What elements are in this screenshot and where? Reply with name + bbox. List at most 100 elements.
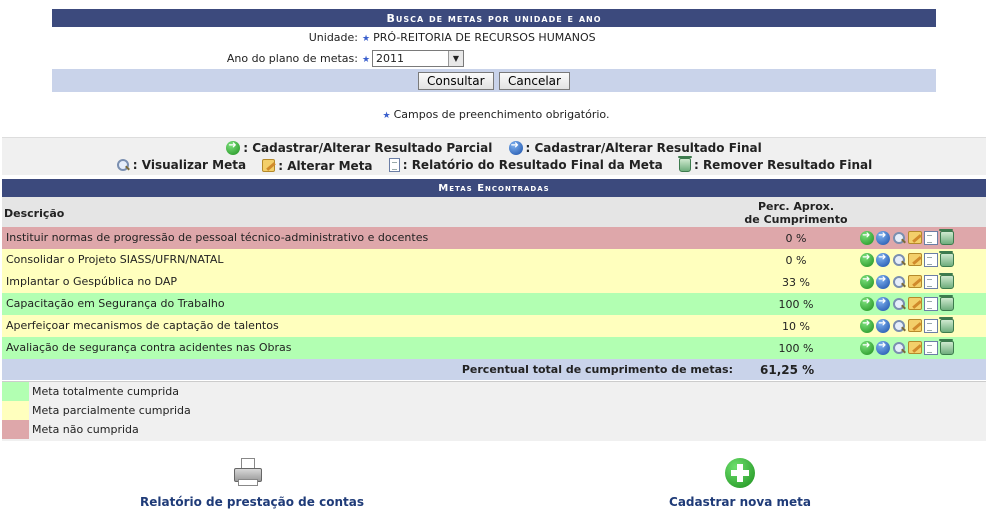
plus-icon[interactable]	[725, 458, 755, 488]
table-header: Descrição Perc. Aprox. de Cumprimento	[2, 197, 986, 227]
col-descricao: Descrição	[4, 207, 65, 220]
magnifier-icon[interactable]	[892, 253, 906, 267]
report-icon[interactable]	[924, 231, 938, 245]
magnifier-icon[interactable]	[892, 275, 906, 289]
row-actions	[860, 251, 954, 267]
magnifier-icon[interactable]	[892, 341, 906, 355]
report-icon[interactable]	[924, 275, 938, 289]
edit-icon[interactable]	[908, 275, 922, 288]
blue-arrow-icon[interactable]	[876, 340, 890, 355]
ano-label: Ano do plano de metas:	[226, 52, 358, 65]
blue-arrow-icon[interactable]	[876, 318, 890, 333]
blue-arrow-icon[interactable]	[876, 230, 890, 245]
legend-item-visualizar: : Visualizar Meta	[116, 158, 246, 172]
magnifier-icon[interactable]	[892, 319, 906, 333]
search-form-footer: Consultar Cancelar	[52, 69, 936, 92]
legend-parcial-text: : Cadastrar/Alterar Resultado Parcial	[243, 141, 493, 155]
cadastrar-link[interactable]: Cadastrar nova meta	[664, 495, 816, 509]
status-legend-row: Meta não cumprida	[2, 420, 986, 439]
table-row: Implantar o Gespública no DAP 33 %	[2, 271, 986, 293]
status-label: Meta não cumprida	[32, 423, 139, 436]
green-arrow-icon[interactable]	[860, 340, 874, 355]
status-legend-row: Meta totalmente cumprida	[2, 382, 986, 401]
edit-icon[interactable]	[908, 297, 922, 310]
status-legend-row: Meta parcialmente cumprida	[2, 401, 986, 420]
required-star-icon: ★	[382, 111, 391, 121]
trash-icon[interactable]	[939, 295, 954, 311]
unidade-row: Unidade: ★ PRÓ-REITORIA DE RECURSOS HUMAN…	[52, 27, 936, 48]
green-arrow-icon[interactable]	[860, 274, 874, 289]
table-row: Avaliação de segurança contra acidentes …	[2, 337, 986, 359]
row-percentual: 33 %	[782, 276, 810, 289]
printer-icon[interactable]	[233, 458, 263, 488]
edit-icon[interactable]	[908, 253, 922, 266]
report-icon[interactable]	[924, 253, 938, 267]
report-icon	[388, 158, 400, 172]
row-descricao: Capacitação em Segurança do Trabalho	[6, 297, 225, 310]
row-percentual: 0 %	[785, 232, 807, 245]
edit-icon[interactable]	[908, 231, 922, 244]
status-legend: Meta totalmente cumprida Meta parcialmen…	[2, 381, 986, 441]
chevron-down-icon[interactable]: ▼	[448, 51, 463, 66]
required-star-icon: ★	[362, 55, 371, 65]
edit-icon[interactable]	[908, 341, 922, 354]
total-label: Percentual total de cumprimento de metas…	[461, 363, 733, 376]
row-descricao: Aperfeiçoar mecanismos de captação de ta…	[6, 319, 279, 332]
required-note-text: Campos de preenchimento obrigatório.	[393, 108, 610, 121]
trash-icon[interactable]	[939, 339, 954, 355]
results-table: Metas Encontradas Descrição Perc. Aprox.…	[2, 179, 986, 380]
trash-icon[interactable]	[939, 229, 954, 245]
relatorio-action[interactable]: Relatório de prestação de contas	[140, 458, 364, 509]
magnifier-icon[interactable]	[892, 231, 906, 245]
consultar-button[interactable]: Consultar	[418, 72, 494, 90]
col-perc: Perc. Aprox. de Cumprimento	[717, 200, 875, 226]
green-arrow-icon[interactable]	[860, 318, 874, 333]
total-value: 61,25 %	[760, 363, 815, 377]
relatorio-link[interactable]: Relatório de prestação de contas	[140, 495, 364, 509]
magnifier-icon[interactable]	[892, 297, 906, 311]
legend-item-alterar: : Alterar Meta	[262, 159, 373, 173]
blue-arrow-icon	[508, 140, 523, 155]
total-row: Percentual total de cumprimento de metas…	[2, 359, 986, 380]
cancelar-button[interactable]: Cancelar	[499, 72, 570, 90]
edit-icon[interactable]	[908, 319, 922, 332]
report-icon[interactable]	[924, 341, 938, 355]
row-percentual: 100 %	[778, 298, 814, 311]
blue-arrow-icon[interactable]	[876, 252, 890, 267]
required-note: ★ Campos de preenchimento obrigatório.	[0, 108, 992, 121]
report-icon[interactable]	[924, 319, 938, 333]
footer-actions: Relatório de prestação de contas Cadastr…	[0, 458, 992, 518]
col-perc-line2: de Cumprimento	[744, 213, 848, 226]
unidade-label: Unidade:	[308, 31, 358, 44]
search-form-title: Busca de metas por unidade e ano	[52, 9, 936, 27]
legend-remover-text: : Remover Resultado Final	[693, 158, 873, 172]
row-percentual: 0 %	[785, 254, 807, 267]
green-arrow-icon	[226, 140, 241, 155]
legend-item-final: : Cadastrar/Alterar Resultado Final	[508, 140, 762, 155]
green-arrow-icon[interactable]	[860, 252, 874, 267]
report-icon[interactable]	[924, 297, 938, 311]
trash-icon[interactable]	[939, 251, 954, 267]
ano-row: Ano do plano de metas: ★ 2011 ▼	[52, 48, 936, 69]
legend-line-2: : Visualizar Meta : Alterar Meta : Relat…	[2, 156, 986, 175]
cadastrar-action[interactable]: Cadastrar nova meta	[664, 458, 816, 509]
legend-item-relatorio: : Relatório do Resultado Final da Meta	[388, 158, 663, 172]
results-title: Metas Encontradas	[2, 179, 986, 197]
required-star-icon: ★	[362, 34, 371, 44]
trash-icon[interactable]	[939, 273, 954, 289]
row-percentual: 10 %	[782, 320, 810, 333]
ano-select[interactable]: 2011 ▼	[372, 50, 464, 67]
blue-arrow-icon[interactable]	[876, 296, 890, 311]
legend-relatorio-text: : Relatório do Resultado Final da Meta	[402, 158, 663, 172]
green-arrow-icon[interactable]	[860, 296, 874, 311]
trash-icon[interactable]	[939, 317, 954, 333]
search-form: Busca de metas por unidade e ano Unidade…	[52, 9, 936, 92]
blue-arrow-icon[interactable]	[876, 274, 890, 289]
row-percentual: 100 %	[778, 342, 814, 355]
green-arrow-icon[interactable]	[860, 230, 874, 245]
magnifier-icon	[116, 158, 130, 172]
table-row: Consolidar o Projeto SIASS/UFRN/NATAL 0 %	[2, 249, 986, 271]
unidade-value: PRÓ-REITORIA DE RECURSOS HUMANOS	[373, 31, 596, 44]
status-label: Meta parcialmente cumprida	[32, 404, 191, 417]
row-descricao: Avaliação de segurança contra acidentes …	[6, 341, 292, 354]
